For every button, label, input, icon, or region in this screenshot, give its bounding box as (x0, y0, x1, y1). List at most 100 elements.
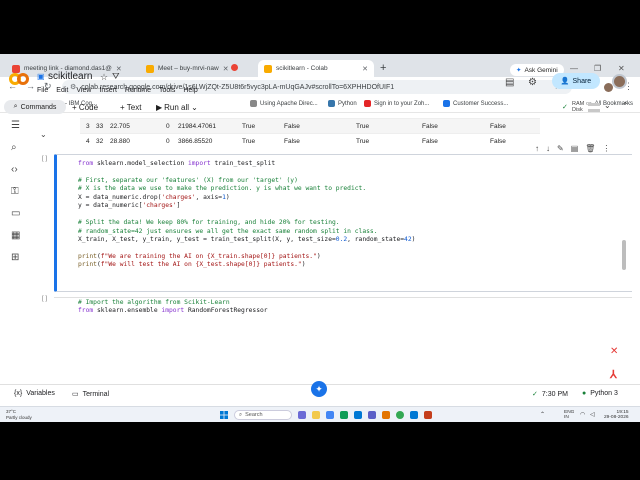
chevron-down-icon[interactable]: ⌄ (40, 130, 47, 139)
volume-icon[interactable]: ◁ (590, 411, 595, 418)
bookmark-item[interactable]: Python (328, 100, 357, 107)
files-icon[interactable]: ▭ (11, 208, 20, 219)
cell-run-bracket[interactable]: [ ] (42, 156, 47, 162)
close-icon[interactable]: ✕ (223, 65, 229, 73)
menu-file[interactable]: File (37, 87, 48, 94)
share-button[interactable]: 👤 Share (552, 73, 600, 89)
execution-status[interactable]: ✓ 7:30 PM (532, 390, 568, 399)
colab-icon (264, 64, 272, 73)
menu-edit[interactable]: Edit (56, 87, 68, 94)
code-line: print(f"We are training the AI on {X_tra… (78, 252, 321, 260)
app-icon[interactable] (424, 411, 432, 419)
maximize-icon[interactable]: ❐ (594, 64, 601, 73)
gemini-icon: ✦ (516, 67, 522, 74)
table-cell: True (356, 138, 370, 145)
find-icon[interactable]: ⌕ (11, 142, 17, 153)
recording-icon (231, 64, 238, 71)
secrets-icon[interactable]: ⚿ (11, 186, 19, 197)
cell-toolbar: ↑ ↓ ✎ ▤ 🗑 ⋮ (535, 144, 610, 153)
table-row: 4 32 28.880 0 3866.85520 True False True… (80, 133, 540, 148)
notebook-title[interactable]: scikitlearn (48, 71, 92, 82)
delete-icon[interactable]: 🗑 (585, 144, 595, 153)
code-editor[interactable]: # Import the algorithm from Scikit-Learn… (78, 299, 268, 316)
code-snippets-icon[interactable]: ‹› (11, 164, 18, 175)
commands-button[interactable]: ⌕ Commands (4, 100, 66, 114)
app-icon[interactable] (382, 411, 390, 419)
code-line: # First, separate our 'features' (X) fro… (78, 176, 298, 184)
outlook-icon[interactable] (410, 411, 418, 419)
menu-help[interactable]: Help (183, 87, 197, 94)
acrobat-icon[interactable]: ⅄ (610, 368, 617, 381)
runtime-type[interactable]: ● Python 3 (582, 390, 618, 397)
tab-label: scikitlearn - Colab (276, 65, 328, 72)
menu-insert[interactable]: Insert (99, 87, 117, 94)
screen: meeting link - diamond.das1@ ✕ Meet – bu… (0, 0, 640, 480)
gemini-icon: ✦ (315, 383, 323, 394)
move-up-icon[interactable]: ↑ (535, 144, 539, 153)
gemini-fab-button[interactable]: ✦ (311, 381, 327, 397)
gmail-icon (12, 64, 20, 73)
edge-icon[interactable] (354, 411, 362, 419)
code-line: X_train, X_test, y_train, y_test = train… (78, 236, 416, 244)
new-tab-button[interactable]: + (380, 62, 386, 74)
ram-bar (588, 103, 600, 106)
runtime-dot-icon: ● (582, 390, 587, 397)
terminal-label: Terminal (82, 390, 110, 398)
comment-icon[interactable]: ▤ (571, 144, 579, 153)
table-of-contents-icon[interactable]: ☰ (11, 120, 20, 131)
terminal-button[interactable]: ▭ Terminal (72, 390, 110, 399)
task-view-icon[interactable] (298, 411, 306, 419)
settings-icon[interactable]: ⚙ (528, 77, 537, 88)
scrollbar[interactable] (622, 240, 626, 270)
minimize-icon[interactable]: — (570, 64, 578, 73)
share-drive-icon[interactable]: ⛛ (112, 71, 120, 82)
wifi-icon[interactable]: ◠ (580, 411, 585, 418)
tab-colab[interactable]: scikitlearn - Colab ✕ (258, 60, 374, 77)
avatar[interactable] (612, 74, 627, 89)
windows-start-icon[interactable] (220, 411, 228, 419)
collapse-icon[interactable]: ⌃ (622, 101, 629, 110)
code-line: # Split the data! We keep 80% for traini… (78, 219, 340, 227)
close-icon[interactable]: ✕ (362, 65, 368, 73)
add-text-button[interactable]: + Text (120, 103, 141, 112)
resources-indicator[interactable]: RAM Disk (572, 101, 584, 113)
language-indicator[interactable]: ENG IN (564, 410, 574, 420)
more-icon[interactable]: ⋮ (602, 144, 610, 153)
code-editor[interactable]: from sklearn.model_selection import trai… (78, 160, 415, 270)
table-cell: 3 (86, 123, 90, 130)
close-overlay-icon[interactable]: ✕ (610, 346, 618, 357)
variables-button[interactable]: {x} Variables (14, 390, 55, 397)
terminal-grid-icon[interactable]: ⊞ (11, 252, 19, 263)
bookmark-item[interactable]: Customer Success... (443, 100, 508, 107)
edit-icon[interactable]: ✎ (557, 144, 564, 153)
star-icon[interactable]: ☆ (100, 72, 108, 83)
bookmark-item[interactable]: Using Apache Direc... (250, 100, 318, 107)
table-cell: False (422, 123, 438, 130)
comment-icon[interactable]: ▤ (505, 77, 514, 88)
cell-run-bracket[interactable]: [ ] (42, 296, 47, 302)
terminal-icon: ▭ (72, 391, 79, 398)
bookmark-item[interactable]: Sign in to your Zoh... (364, 100, 429, 107)
menu-tools[interactable]: Tools (159, 87, 175, 94)
clock[interactable]: 19:15 29-08-2026 (604, 410, 629, 420)
chrome-icon[interactable] (396, 411, 404, 419)
add-code-button[interactable]: + Code (72, 103, 98, 112)
data-explorer-icon[interactable]: ▦ (11, 230, 20, 241)
menu-view[interactable]: View (76, 87, 91, 94)
move-down-icon[interactable]: ↓ (546, 144, 550, 153)
chevron-up-icon[interactable]: ⌃ (540, 411, 545, 418)
weather-widget[interactable]: 37°C Partly cloudy (6, 409, 32, 420)
chevron-down-icon[interactable]: ⌄ (604, 101, 611, 110)
app-icon[interactable] (326, 411, 334, 419)
teams-icon[interactable] (368, 411, 376, 419)
person-add-icon: 👤 (560, 78, 570, 85)
taskbar-search[interactable]: ⌕ Search (234, 410, 292, 420)
bookmark-label: Customer Success... (453, 100, 509, 107)
table-cell: 33 (96, 123, 104, 130)
app-icon[interactable] (340, 411, 348, 419)
customer-success-icon (443, 100, 450, 107)
file-explorer-icon[interactable] (312, 411, 320, 419)
close-window-icon[interactable]: ✕ (618, 64, 625, 73)
run-all-button[interactable]: ▶ Run all ⌄ (156, 103, 198, 112)
menu-runtime[interactable]: Runtime (125, 87, 151, 94)
